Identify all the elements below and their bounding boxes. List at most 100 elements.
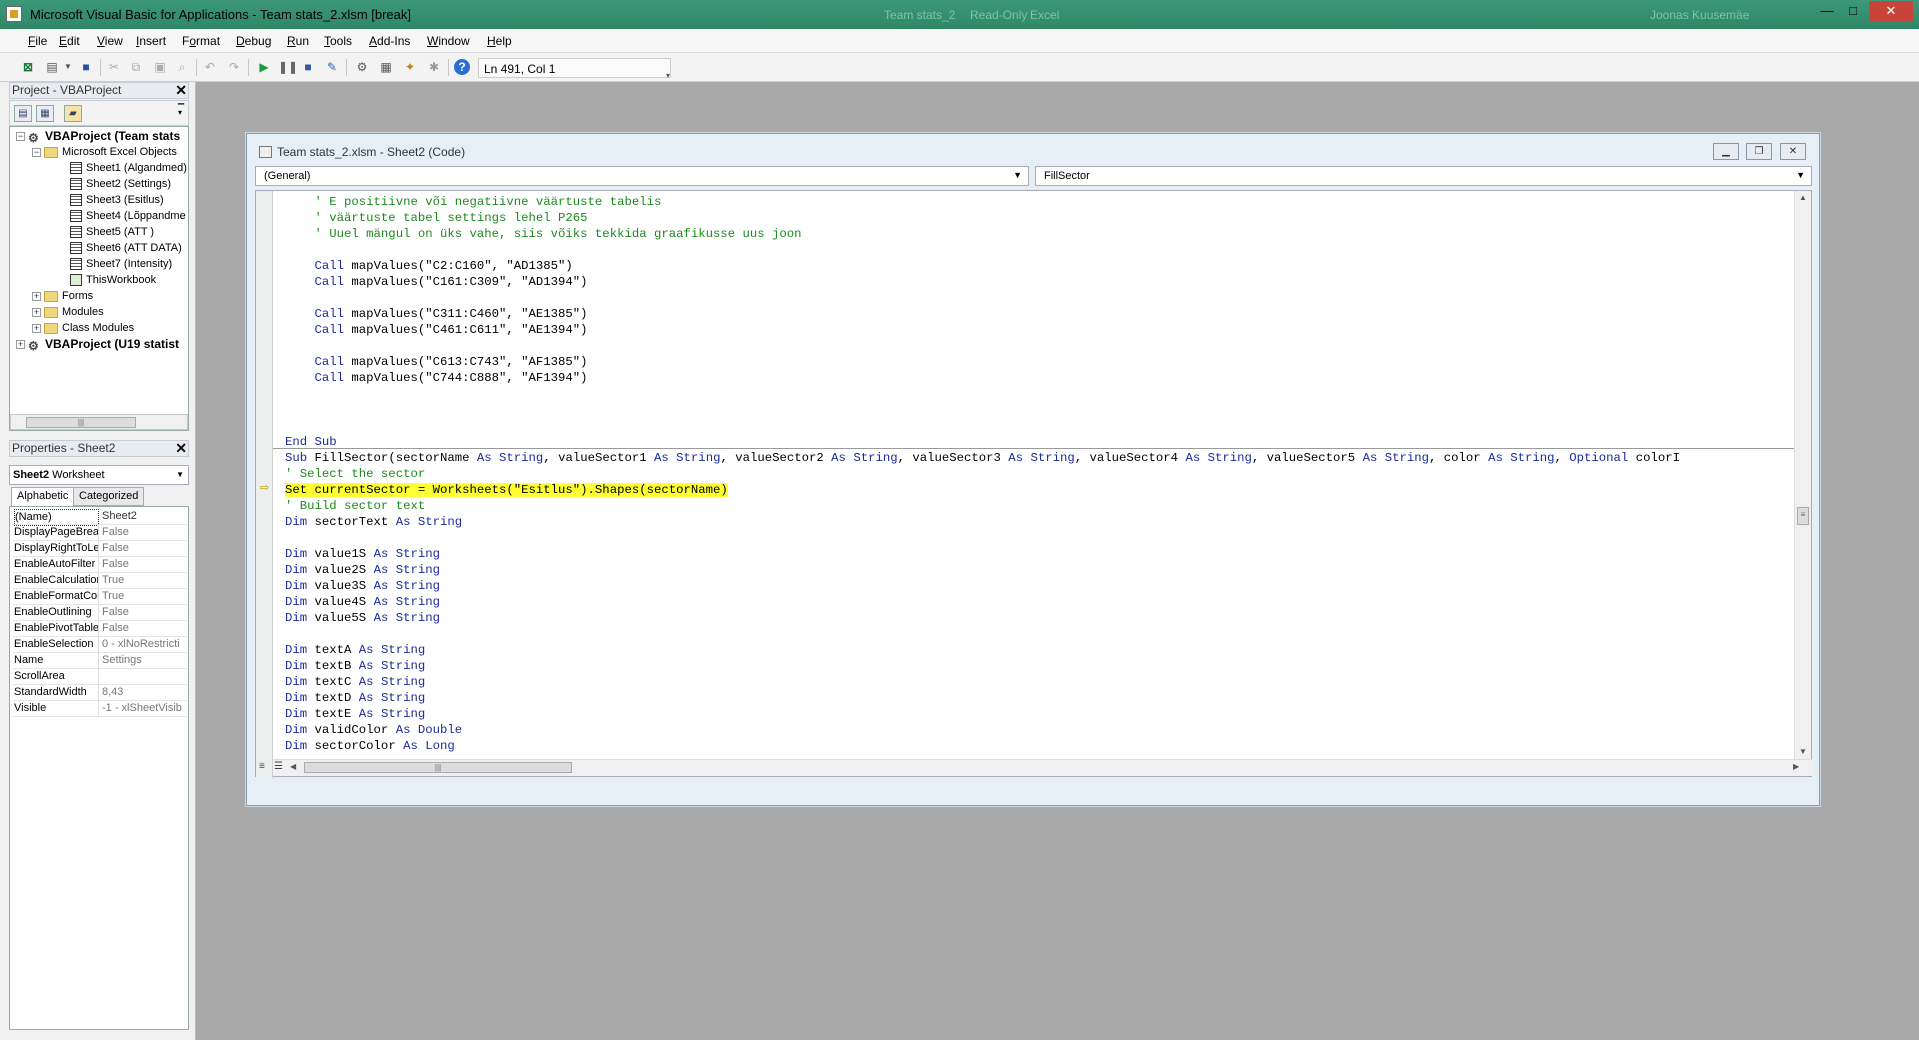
tree-node-sheet6[interactable]: Sheet6 (ATT DATA) xyxy=(70,240,182,256)
scroll-thumb[interactable]: ||| xyxy=(26,417,136,428)
property-row[interactable]: EnableAutoFilter False xyxy=(13,557,187,573)
close-button[interactable]: ✕ xyxy=(1869,1,1913,21)
property-row[interactable]: (Name) Sheet2 xyxy=(13,509,187,526)
code-line[interactable]: Dim textA As String xyxy=(285,643,425,658)
reset-icon[interactable]: ■ xyxy=(300,59,316,75)
current-execution-line[interactable]: Set currentSector = Worksheets("Esitlus"… xyxy=(285,483,728,498)
view-code-icon[interactable]: ▤ xyxy=(14,105,32,122)
code-line[interactable]: Dim textB As String xyxy=(285,659,425,674)
maximize-button[interactable]: □ xyxy=(1838,1,1868,21)
code-line[interactable]: Dim sectorText As String xyxy=(285,515,462,530)
collapse-icon[interactable]: − xyxy=(32,148,41,157)
code-line[interactable]: Dim textD As String xyxy=(285,691,425,706)
code-line[interactable]: Dim textC As String xyxy=(285,675,425,690)
paste-icon[interactable]: ▣ xyxy=(152,59,168,75)
save-icon[interactable]: ■ xyxy=(78,59,94,75)
menu-run[interactable]: Run xyxy=(287,34,309,48)
property-row[interactable]: DisplayPageBreak False xyxy=(13,525,187,541)
procedure-view-icon[interactable]: ≡ xyxy=(259,761,265,772)
tree-node-class-modules[interactable]: Class Modules xyxy=(44,320,134,336)
property-row[interactable]: EnableFormatCon True xyxy=(13,589,187,605)
code-line[interactable]: ' Build sector text xyxy=(285,499,425,514)
property-row[interactable]: StandardWidth 8,43 xyxy=(13,685,187,701)
scroll-left-icon[interactable]: ◀ xyxy=(290,762,296,771)
code-line[interactable]: Dim value2S As String xyxy=(285,563,440,578)
code-editor[interactable]: ⇨ ' E positiivne või negatiivne väärtust… xyxy=(255,190,1813,778)
property-row[interactable]: EnableCalculation True xyxy=(13,573,187,589)
code-line[interactable]: Dim validColor As Double xyxy=(285,723,462,738)
procedure-combo[interactable]: FillSector ▼ xyxy=(1035,166,1812,186)
properties-panel-close-icon[interactable]: ✕ xyxy=(175,441,187,456)
property-row[interactable]: EnableOutlining False xyxy=(13,605,187,621)
expand-icon[interactable]: + xyxy=(16,340,25,349)
object-browser-icon[interactable]: ✦ xyxy=(402,59,418,75)
insert-module-icon[interactable]: ▤ xyxy=(44,59,60,75)
menu-debug[interactable]: Debug xyxy=(236,34,271,48)
toggle-folders-icon[interactable]: ▰ xyxy=(64,105,82,122)
code-line[interactable]: Dim value1S As String xyxy=(285,547,440,562)
tree-node-vbaproject-u19[interactable]: ⚙ VBAProject (U19 statist xyxy=(28,336,179,353)
help-icon[interactable]: ? xyxy=(454,59,470,75)
expand-icon[interactable]: + xyxy=(32,292,41,301)
tree-node-sheet5[interactable]: Sheet5 (ATT ) xyxy=(70,224,154,240)
scroll-thumb[interactable]: ≡ xyxy=(1797,507,1809,525)
code-line[interactable]: Dim value4S As String xyxy=(285,595,440,610)
code-line[interactable]: ' Uuel mängul on üks vahe, siis võiks te… xyxy=(285,227,802,242)
code-vscrollbar[interactable]: ▲ ≡ ▼ xyxy=(1794,191,1811,761)
properties-window-icon[interactable]: ▦ xyxy=(378,59,394,75)
code-line[interactable]: Dim sectorColor As Long xyxy=(285,739,455,754)
code-line[interactable]: Dim value5S As String xyxy=(285,611,440,626)
code-line[interactable]: End Sub xyxy=(285,435,337,450)
code-close-button[interactable]: ✕ xyxy=(1780,143,1806,160)
menu-view[interactable]: View xyxy=(97,34,123,48)
code-line[interactable]: ' väärtuste tabel settings lehel P265 xyxy=(285,211,588,226)
vba-app-icon[interactable] xyxy=(6,6,22,22)
menu-format[interactable]: Format xyxy=(182,34,220,48)
panel-menu-icon[interactable]: ▔ ▾ xyxy=(178,105,184,117)
code-minimize-button[interactable]: ▁ xyxy=(1713,143,1739,160)
tree-node-sheet4[interactable]: Sheet4 (Lõppandme xyxy=(70,208,186,224)
code-line[interactable]: Dim textE As String xyxy=(285,707,425,722)
code-line[interactable]: Call mapValues("C2:C160", "AD1385") xyxy=(285,259,573,274)
copy-icon[interactable]: ⧉ xyxy=(128,59,144,75)
code-line[interactable]: Call mapValues("C161:C309", "AD1394") xyxy=(285,275,588,290)
tab-alphabetic[interactable]: Alphabetic xyxy=(11,487,75,507)
property-row[interactable]: DisplayRightToLef False xyxy=(13,541,187,557)
code-restore-button[interactable]: ❐ xyxy=(1746,143,1772,160)
expand-icon[interactable]: + xyxy=(32,324,41,333)
property-row[interactable]: EnableSelection 0 - xlNoRestricti xyxy=(13,637,187,653)
project-hscrollbar[interactable]: ||| xyxy=(10,414,188,430)
code-line[interactable]: ' E positiivne või negatiivne väärtuste … xyxy=(285,195,662,210)
tree-node-sheet2[interactable]: Sheet2 (Settings) xyxy=(70,176,171,192)
code-line[interactable]: Call mapValues("C311:C460", "AE1385") xyxy=(285,307,588,322)
code-line[interactable]: ' Select the sector xyxy=(285,467,425,482)
menu-add-ins[interactable]: Add-Ins xyxy=(369,34,410,48)
view-excel-icon[interactable]: ⊠ xyxy=(20,59,36,75)
scroll-down-icon[interactable]: ▼ xyxy=(1799,747,1807,756)
full-module-view-icon[interactable]: ☰ xyxy=(274,761,283,772)
collapse-icon[interactable]: − xyxy=(16,132,25,141)
tree-node-vbaproject-team-stats[interactable]: ⚙ VBAProject (Team stats xyxy=(28,128,180,145)
tab-categorized[interactable]: Categorized xyxy=(73,487,145,506)
tree-node-sheet1[interactable]: Sheet1 (Algandmed) xyxy=(70,160,187,176)
scroll-right-icon[interactable]: ▶ xyxy=(1793,762,1799,771)
design-mode-icon[interactable]: ✎ xyxy=(324,59,340,75)
property-row[interactable]: Name Settings xyxy=(13,653,187,669)
find-icon[interactable]: ⌕ xyxy=(174,59,190,75)
code-line[interactable]: Call mapValues("C613:C743", "AF1385") xyxy=(285,355,588,370)
property-row[interactable]: ScrollArea xyxy=(13,669,187,685)
code-hscrollbar[interactable]: ≡ ☰ ◀ ||| ▶ xyxy=(259,759,1813,776)
code-line[interactable]: Call mapValues("C744:C888", "AF1394") xyxy=(285,371,588,386)
menu-help[interactable]: Help xyxy=(487,34,512,48)
menu-insert[interactable]: Insert xyxy=(136,34,166,48)
break-icon[interactable]: ❚❚ xyxy=(278,59,298,75)
code-text[interactable]: ' E positiivne või negatiivne väärtuste … xyxy=(285,195,1785,765)
project-explorer-icon[interactable]: ⚙ xyxy=(354,59,370,75)
property-row[interactable]: Visible -1 - xlSheetVisib xyxy=(13,701,187,717)
tree-node-forms[interactable]: Forms xyxy=(44,288,93,304)
tree-node-sheet7[interactable]: Sheet7 (Intensity) xyxy=(70,256,172,272)
tree-node-thisworkbook[interactable]: ThisWorkbook xyxy=(70,272,156,288)
run-icon[interactable]: ▶ xyxy=(256,59,272,75)
toolbox-icon[interactable]: ✱ xyxy=(426,59,442,75)
code-line[interactable]: Sub FillSector(sectorName As String, val… xyxy=(285,451,1680,466)
